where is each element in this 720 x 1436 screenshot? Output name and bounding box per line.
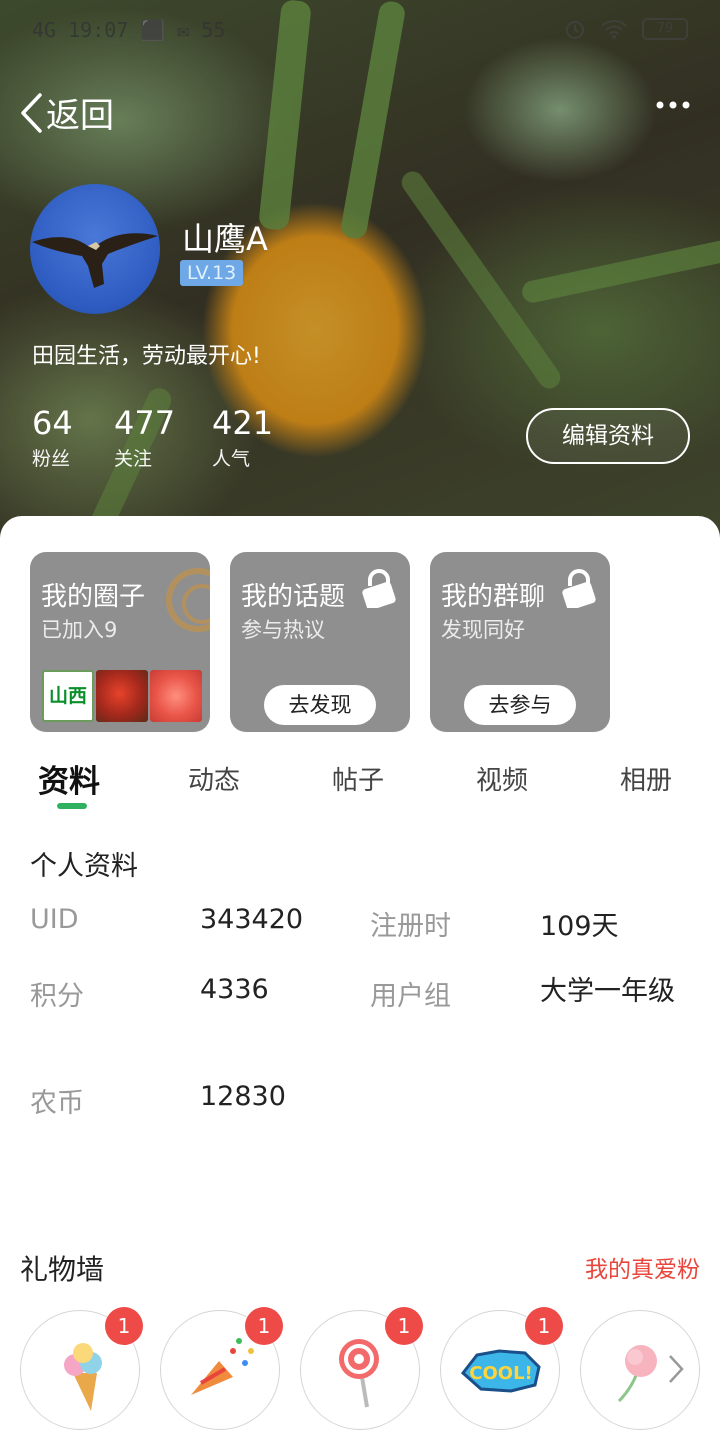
card-subtitle: 参与热议 [241,618,325,642]
wifi-icon [601,20,627,39]
gift-count-badge: 1 [525,1307,563,1345]
lock-icon [562,569,596,608]
status-bar-left: 4G 19:07 ⬛ ✉ 55 [32,18,226,42]
circle-thumb-peach[interactable] [150,670,202,722]
card-title: 我的圈子 [41,582,146,612]
circle-thumb-shanxi[interactable]: 山西 [42,670,94,722]
profile-tabs: 资料 动态 帖子 视频 相册 [0,756,720,816]
gift-item[interactable]: COOL! 1 [440,1307,563,1430]
stat-label: 关注 [114,448,153,470]
my-circles-card[interactable]: 我的圈子 已加入9 山西 [30,552,210,732]
gift-item[interactable]: 1 [160,1307,283,1430]
field-value-user-group: 大学一年级 [540,976,675,1007]
stat-following[interactable]: 477 关注 [114,404,175,471]
card-title: 我的话题 [241,582,346,612]
field-label-coins: 农币 [30,1088,84,1119]
profile-content-sheet: 我的圈子 已加入9 山西 我的话题 参与热议 去发现 我的群聊 发现同好 去参与… [0,516,720,1436]
chevron-right-icon[interactable] [668,1354,684,1384]
username: 山鹰A [182,220,268,258]
circle-decoration-icon [166,568,210,632]
field-label-registered: 注册时 [370,911,451,942]
avatar[interactable] [30,184,160,314]
field-value-coins: 12830 [200,1081,286,1112]
tab-posts[interactable]: 帖子 [332,760,384,797]
stat-value: 421 [212,404,274,442]
back-button[interactable]: 返回 [18,88,114,137]
my-groups-card[interactable]: 我的群聊 发现同好 去参与 [430,552,610,732]
gift-item[interactable]: 1 [20,1307,143,1430]
true-fans-link[interactable]: 我的真爱粉 [585,1250,700,1284]
field-value-registered: 109天 [540,911,619,942]
stat-value: 64 [32,404,73,442]
gift-count-badge: 1 [245,1307,283,1345]
field-label-user-group: 用户组 [370,981,451,1012]
gift-count-badge: 1 [385,1307,423,1345]
tab-profile[interactable]: 资料 [38,756,100,801]
field-value-uid: 343420 [200,904,304,935]
gift-wall-title: 礼物墙 [20,1253,105,1286]
section-title-personal-info: 个人资料 [30,851,138,882]
alarm-icon [566,21,584,39]
card-title: 我的群聊 [441,582,546,612]
battery-icon: 79 [642,18,688,40]
gift-count-badge: 1 [105,1307,143,1345]
field-label-uid: UID [30,904,79,935]
edit-profile-button[interactable]: 编辑资料 [526,408,690,464]
tab-activity[interactable]: 动态 [188,760,240,797]
chevron-left-icon [21,92,42,133]
stat-label: 粉丝 [32,448,71,470]
lock-icon [362,569,396,608]
more-dots-icon [656,101,690,109]
gift-item[interactable]: 1 [300,1307,423,1430]
my-topics-card[interactable]: 我的话题 参与热议 去发现 [230,552,410,732]
stat-value: 477 [114,404,176,442]
hawk-icon [32,233,158,288]
card-subtitle: 已加入9 [41,618,118,642]
stat-popularity[interactable]: 421 人气 [212,404,273,471]
tab-album[interactable]: 相册 [620,760,672,797]
discover-button[interactable]: 去发现 [264,685,376,725]
circle-thumb-apple[interactable] [96,670,148,722]
stat-label: 人气 [212,448,251,470]
stat-fans[interactable]: 64 粉丝 [32,404,73,471]
field-value-points: 4336 [200,974,269,1005]
bio-text: 田园生活，劳动最开心! [32,344,261,369]
status-bar: 4G 19:07 ⬛ ✉ 55 79 [0,0,720,64]
more-menu-button[interactable] [656,96,690,115]
join-button[interactable]: 去参与 [464,685,576,725]
active-tab-indicator [57,803,87,809]
svg-text:COOL!: COOL! [469,1363,533,1384]
card-subtitle: 发现同好 [441,618,525,642]
field-label-points: 积分 [30,981,84,1012]
level-badge: LV.13 [180,260,244,286]
back-label: 返回 [46,96,114,136]
tab-videos[interactable]: 视频 [476,760,528,797]
